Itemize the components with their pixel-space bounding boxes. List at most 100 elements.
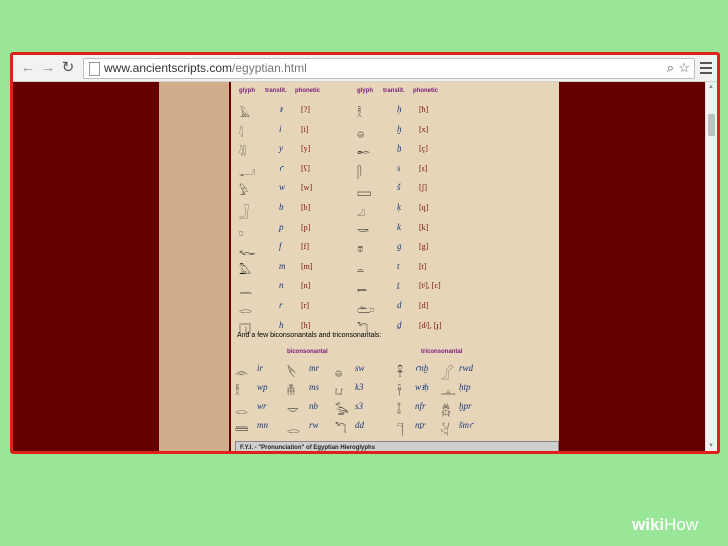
wikihow-watermark: wikiHow xyxy=(632,515,698,535)
phonetic-value: [w] xyxy=(301,183,313,193)
hieroglyph-icon: 𓂧 xyxy=(357,303,375,316)
transliteration: šmꜥ xyxy=(459,420,474,430)
transliteration: nfr xyxy=(415,401,426,411)
transliteration: sw xyxy=(355,363,365,373)
hieroglyph-icon: 𓆓 xyxy=(335,423,347,436)
transliteration: f xyxy=(279,241,282,252)
phonetic-value: [tʲ], [c] xyxy=(419,281,441,291)
phonetic-value: [n] xyxy=(301,281,311,291)
phonetic-value: [k] xyxy=(419,222,429,232)
hieroglyph-icon: 𓋴 xyxy=(357,165,362,179)
transliteration: w xyxy=(279,182,286,193)
transliteration: nb xyxy=(309,401,318,411)
url-path: /egyptian.html xyxy=(232,61,307,75)
hieroglyph-icon: 𓇋 xyxy=(239,126,243,140)
hieroglyph-icon: 𓐍 xyxy=(335,366,343,379)
phonetic-value: [?] xyxy=(301,105,310,114)
address-bar[interactable]: www.ancientscripts.com/egyptian.html ⌕ ☆ xyxy=(83,58,695,79)
transliteration: mr xyxy=(309,363,320,373)
browser-window: ← → ↻ www.ancientscripts.com/egyptian.ht… xyxy=(10,52,720,454)
biconsonantal-header: biconsonantal xyxy=(287,349,328,355)
hieroglyph-icon: 𓊵 xyxy=(441,385,456,398)
transliteration: ḫpr xyxy=(459,401,472,411)
phonetic-value: [r] xyxy=(301,301,309,310)
watermark-wiki: wiki xyxy=(632,515,665,534)
phonetic-value: [t] xyxy=(419,261,427,271)
hieroglyph-icon: 𓏏 xyxy=(357,263,364,277)
hieroglyph-icon: 𓂾 xyxy=(441,366,454,379)
transliteration: ḏ xyxy=(397,319,402,330)
hieroglyph-icon: 𓂋 xyxy=(239,303,252,316)
hieroglyph-icon: 𓆑 xyxy=(239,244,256,258)
transliteration: g xyxy=(397,241,402,252)
hieroglyph-icon: 𓊹 xyxy=(397,423,404,436)
hieroglyph-icon: 𓇌 xyxy=(239,146,247,160)
hieroglyph-icon: 𓄤 xyxy=(397,404,401,417)
hieroglyph-icon: 𓍿 xyxy=(357,283,368,297)
hieroglyph-icon: 𓅓 xyxy=(239,263,252,277)
phonetic-value: [x] xyxy=(419,124,429,134)
hieroglyph-icon: 𓂋 xyxy=(287,423,300,436)
transliteration: s3 xyxy=(355,401,364,411)
bookmark-star-icon[interactable]: ☆ xyxy=(678,60,690,76)
header-translit-right: translit. xyxy=(383,88,405,94)
phonetic-value: [g] xyxy=(419,242,429,252)
transliteration: r xyxy=(279,300,283,310)
header-translit-left: translit. xyxy=(265,88,287,94)
phonetic-value: [ç] xyxy=(419,144,428,154)
transliteration: wp xyxy=(257,382,268,392)
left-column xyxy=(159,82,229,451)
header-glyph-right: glyph xyxy=(357,88,373,94)
hieroglyph-icon: 𓃀 xyxy=(239,205,249,218)
url-text: www.ancientscripts.com/egyptian.html xyxy=(104,61,307,75)
hieroglyph-icon: 𓏠 xyxy=(235,423,249,436)
hieroglyph-icon: 𓅭 xyxy=(335,404,349,417)
section-subtitle: And a few biconsonantals and triconsonan… xyxy=(237,332,382,339)
reload-icon[interactable]: ↻ xyxy=(59,59,77,77)
hieroglyph-icon: 𓐍 xyxy=(357,126,365,140)
hieroglyph-icon: 𓈙 xyxy=(357,185,372,199)
fyi-box: F.Y.I. - "Pronunciation" of Egyptian Hie… xyxy=(235,441,559,451)
transliteration: ṯ xyxy=(397,280,400,291)
hieroglyph-icon: 𓋔 xyxy=(441,423,450,436)
header-phonetic-right: phonetic xyxy=(413,88,438,94)
hieroglyph-icon: 𓈖 xyxy=(239,283,253,297)
transliteration: k xyxy=(397,221,401,232)
header-glyph-left: glyph xyxy=(239,88,255,94)
scroll-down-icon[interactable]: ▼ xyxy=(708,443,714,449)
transliteration: d xyxy=(397,300,402,310)
scroll-thumb[interactable] xyxy=(708,114,715,136)
hieroglyph-icon: 𓎛 xyxy=(357,107,362,120)
phonetic-value: [ħ] xyxy=(419,105,429,114)
hieroglyph-icon: 𓌸 xyxy=(287,366,296,379)
content-area: glyph translit. phonetic glyph translit.… xyxy=(231,82,559,451)
hieroglyph-icon: 𓄡 xyxy=(357,146,370,160)
phonetic-value: [m] xyxy=(301,261,313,271)
forward-arrow-icon[interactable]: → xyxy=(39,59,57,77)
hieroglyph-icon: 𓎛 xyxy=(235,385,240,398)
hieroglyph-icon: 𓁹 xyxy=(235,366,249,379)
phonetic-value: [p] xyxy=(301,222,311,232)
transliteration: rwd xyxy=(459,363,474,373)
hieroglyph-icon: 𓅱 xyxy=(239,185,249,199)
phonetic-value: [f] xyxy=(301,242,309,252)
transliteration: p xyxy=(279,221,284,232)
hieroglyph-icon: 𓌂 xyxy=(397,385,402,398)
hieroglyph-icon: 𓋹 xyxy=(397,366,404,379)
triconsonantal-header: triconsonantal xyxy=(421,349,463,355)
menu-icon[interactable] xyxy=(699,59,713,77)
hieroglyph-icon: 𓈎 xyxy=(357,205,365,218)
transliteration: nṯr xyxy=(415,420,426,430)
zoom-icon[interactable]: ⌕ xyxy=(667,60,674,76)
phonetic-value: [ʃ] xyxy=(419,183,427,193)
transliteration: s xyxy=(397,162,401,173)
back-arrow-icon[interactable]: ← xyxy=(19,59,37,77)
transliteration: rw xyxy=(309,420,319,430)
transliteration: mn xyxy=(257,420,268,430)
transliteration: t xyxy=(397,260,400,271)
scrollbar[interactable]: ▲ ▼ xyxy=(705,82,717,451)
scroll-up-icon[interactable]: ▲ xyxy=(708,84,714,90)
transliteration: ms xyxy=(309,382,320,392)
hieroglyph-icon: 𓆣 xyxy=(441,404,451,417)
header-phonetic-left: phonetic xyxy=(295,88,320,94)
